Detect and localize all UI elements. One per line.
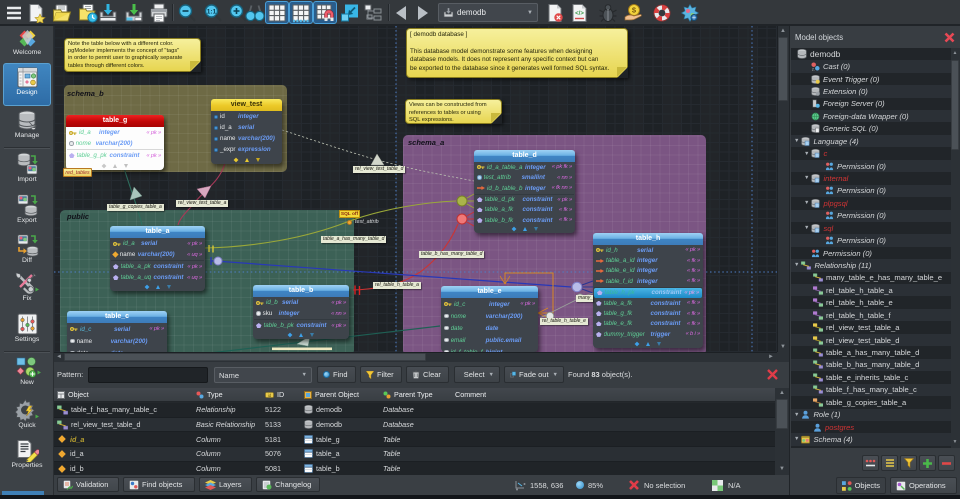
- svg-text:id: id: [268, 392, 272, 397]
- svg-text:</>: </>: [575, 11, 584, 17]
- svg-text:1:1: 1:1: [207, 8, 217, 15]
- svg-text:1.: 1.: [812, 68, 815, 71]
